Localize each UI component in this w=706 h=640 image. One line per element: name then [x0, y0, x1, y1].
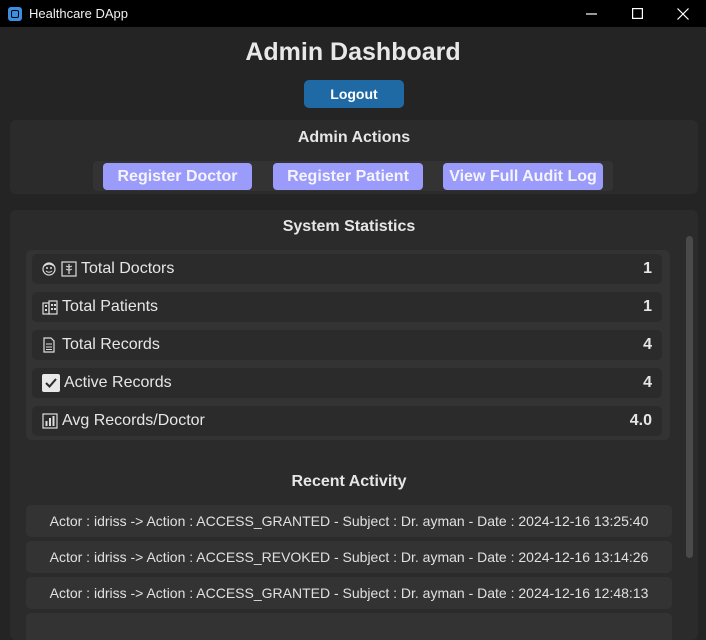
activity-item: Actor : idriss -> Action : ACCESS_GRANTE… [26, 577, 672, 609]
page-title: Admin Dashboard [245, 38, 461, 66]
app-icon [8, 6, 22, 21]
stat-label: Avg Records/Doctor [62, 412, 205, 429]
stat-row-total-patients: Total Patients 1 [32, 292, 662, 322]
window-titlebar: Healthcare DApp [0, 0, 706, 27]
register-doctor-button[interactable]: Register Doctor [103, 163, 252, 190]
statistics-panel: System Statistics Total Doctors 1 Total … [10, 210, 698, 640]
minimize-button[interactable] [568, 0, 614, 27]
activity-item-partial [26, 613, 672, 640]
scrollbar[interactable] [686, 236, 693, 558]
admin-actions-title: Admin Actions [297, 129, 411, 146]
stat-value: 1 [643, 298, 652, 315]
activity-item: Actor : idriss -> Action : ACCESS_REVOKE… [26, 541, 672, 573]
stat-value: 4 [643, 336, 652, 353]
stat-label: Total Doctors [81, 260, 175, 277]
maximize-button[interactable] [614, 0, 660, 27]
stat-row-total-doctors: Total Doctors 1 [32, 254, 662, 284]
stat-row-total-records: Total Records 4 [32, 330, 662, 360]
stat-label: Total Records [62, 336, 160, 353]
minimize-icon [585, 13, 597, 15]
hospital-icon [42, 299, 58, 315]
stat-value: 4 [643, 374, 652, 391]
bar-chart-icon [42, 413, 58, 429]
stat-label: Total Patients [62, 298, 159, 315]
close-icon [677, 7, 689, 20]
document-icon [42, 337, 58, 353]
stat-row-active-records: Active Records 4 [32, 368, 662, 398]
medical-badge-icon [61, 261, 77, 277]
statistics-title: System Statistics [282, 218, 416, 235]
stat-label: Active Records [64, 374, 172, 391]
close-button[interactable] [660, 0, 706, 27]
register-patient-button[interactable]: Register Patient [273, 163, 423, 190]
statistics-list: Total Doctors 1 Total Patients 1 Total R… [26, 250, 670, 440]
stat-value: 4.0 [629, 412, 652, 429]
recent-activity-title: Recent Activity [291, 473, 407, 490]
window-controls [568, 0, 706, 27]
window-title: Healthcare DApp [29, 6, 128, 21]
view-audit-log-button[interactable]: View Full Audit Log [443, 163, 603, 190]
doctor-face-icon [42, 261, 58, 277]
stat-row-avg-records: Avg Records/Doctor 4.0 [32, 406, 662, 436]
checkmark-icon [42, 374, 60, 392]
logout-button[interactable]: Logout [304, 80, 404, 108]
activity-item: Actor : idriss -> Action : ACCESS_GRANTE… [26, 505, 672, 537]
stat-value: 1 [643, 260, 652, 277]
maximize-icon [631, 8, 643, 19]
